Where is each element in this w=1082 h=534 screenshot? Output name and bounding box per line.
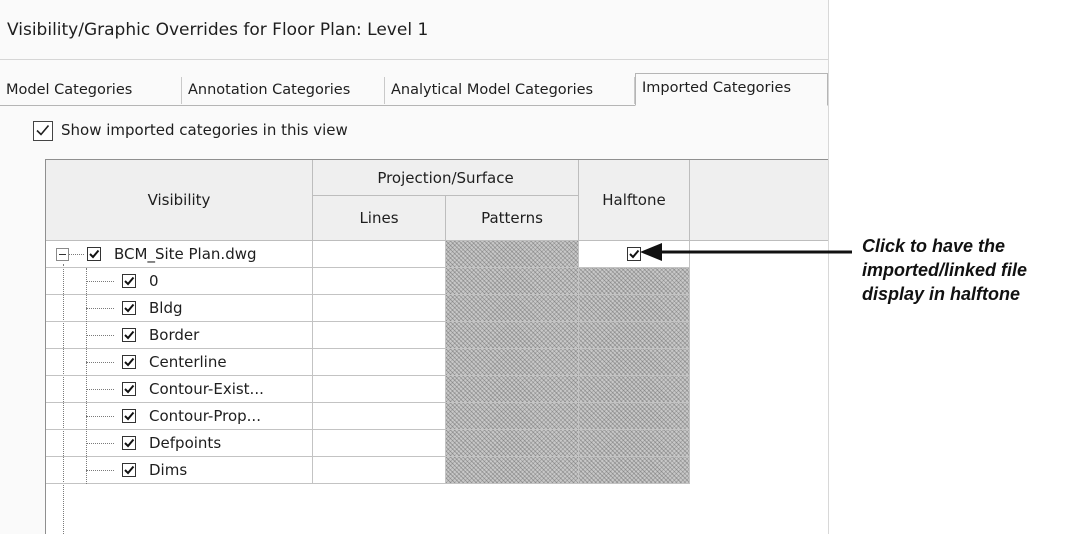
callout-line-1: Click to have the [862,236,1006,256]
callout-annotation: Click to have the imported/linked file d… [862,234,1082,306]
callout-line-2: imported/linked file [862,260,1028,280]
callout-line-3: display in halftone [862,284,1021,304]
